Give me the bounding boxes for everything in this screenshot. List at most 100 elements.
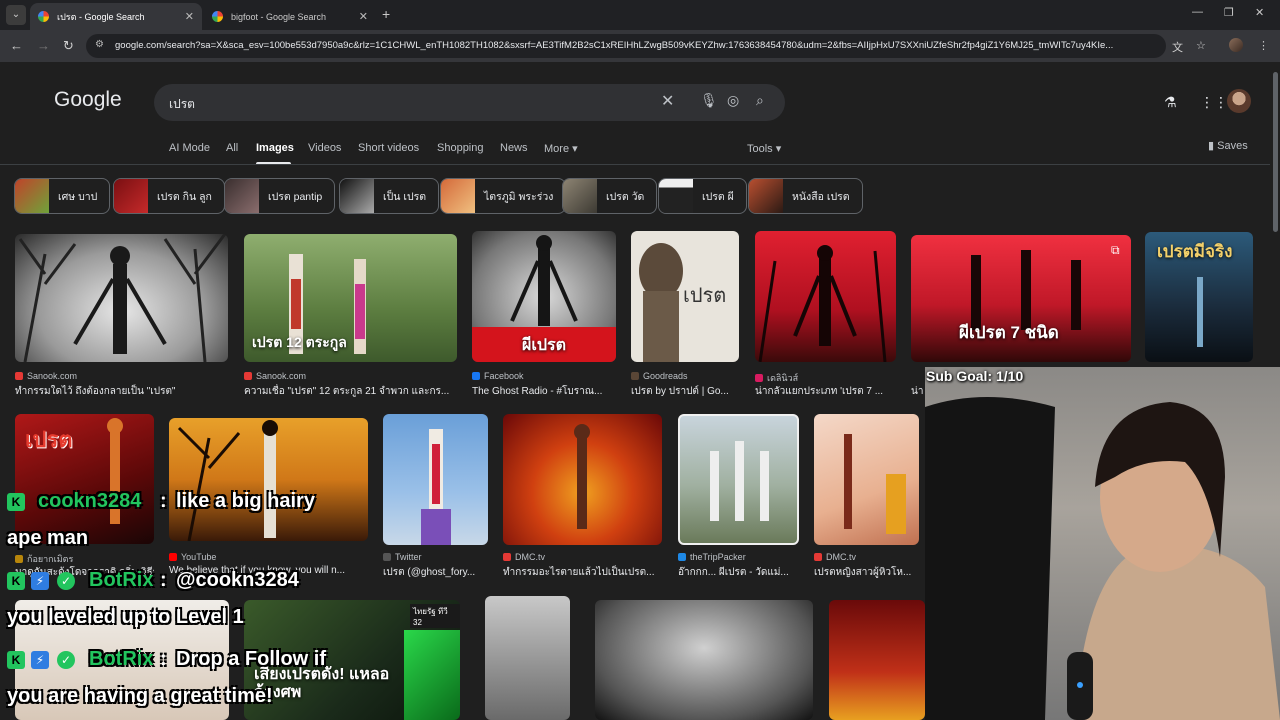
search-box[interactable]: เปรต ✕ 🎙 ◎ ⌕ xyxy=(154,84,785,121)
apps-grid-icon[interactable]: ⋮⋮ xyxy=(1200,94,1228,111)
mic-icon[interactable]: 🎙 xyxy=(700,92,718,109)
browser-profile-avatar[interactable] xyxy=(1229,38,1243,52)
account-avatar[interactable] xyxy=(1227,89,1251,113)
chevron-down-icon: ▾ xyxy=(572,143,578,155)
chip-thumbnail xyxy=(225,179,259,213)
result-title[interactable]: น่า xyxy=(911,384,925,399)
tools-button[interactable]: Tools ▾ xyxy=(747,142,781,155)
chat-message-continued: ape man xyxy=(7,527,89,549)
tab-short-videos[interactable]: Short videos xyxy=(358,142,419,154)
bookmark-star-icon[interactable]: ☆ xyxy=(1196,39,1206,52)
result-image[interactable]: เปรต xyxy=(15,414,154,544)
source-name: DMC.tv xyxy=(826,552,856,562)
chip-thumbnail xyxy=(114,179,148,213)
translate-icon[interactable]: 文 xyxy=(1172,39,1183,55)
result-image[interactable]: เปรต xyxy=(631,231,739,362)
related-chip[interactable]: เปรต วัด xyxy=(562,178,658,214)
result-title[interactable]: อ๊ากกก... ผีเปรต - วัดแม่... xyxy=(678,565,799,580)
tab-more[interactable]: More ▾ xyxy=(544,142,578,155)
chrome-menu-icon[interactable]: ⋮ xyxy=(1258,39,1269,52)
labs-flask-icon[interactable]: ⚗ xyxy=(1164,94,1177,111)
tab-all[interactable]: All xyxy=(226,142,238,154)
result-image[interactable]: เปรตมีจริง xyxy=(1145,232,1253,362)
related-chip[interactable]: เปรต pantip xyxy=(224,178,336,214)
tab-inactive[interactable]: bigfoot - Google Search ✕ xyxy=(204,3,376,30)
source-favicon-icon xyxy=(15,555,23,563)
sub-goal-counter: Sub Goal: 1/10 xyxy=(926,368,1024,384)
result-image[interactable] xyxy=(383,414,488,545)
header-divider xyxy=(0,164,1270,165)
related-chip[interactable]: ไตรภูมิ พระร่วง xyxy=(440,178,567,214)
result-image[interactable]: ผีเปรต 7 ชนิด ⧉ xyxy=(911,235,1131,362)
tab-active[interactable]: เปรต - Google Search ✕ xyxy=(30,3,202,30)
related-chip[interactable]: เปรต กิน ลูก xyxy=(113,178,225,214)
scrollbar-thumb[interactable] xyxy=(1273,72,1278,232)
search-icon[interactable]: ⌕ xyxy=(756,92,764,109)
result-image[interactable]: ผีเปรต xyxy=(472,231,616,362)
kick-badge-icon: K xyxy=(7,651,25,669)
chat-username: cookn3284 xyxy=(38,490,142,512)
back-icon[interactable]: ← xyxy=(10,38,23,53)
source-favicon-icon xyxy=(169,553,177,561)
chip-thumbnail xyxy=(441,179,475,213)
result-title[interactable]: เปรต (@ghost_fory... xyxy=(383,565,488,580)
minimize-icon[interactable]: — xyxy=(1192,6,1203,18)
result-image[interactable] xyxy=(829,600,925,720)
forward-icon[interactable]: → xyxy=(37,38,50,53)
streamer-webcam xyxy=(925,367,1280,720)
result-title[interactable]: เปรต by ปราปต์ | Go... xyxy=(631,384,739,399)
related-chip[interactable]: เป็น เปรต xyxy=(339,178,440,214)
related-chip[interactable]: หนังสือ เปรต xyxy=(748,178,863,214)
url-text: google.com/search?sa=X&sca_esv=100be553d… xyxy=(115,40,1114,51)
source-name: YouTube xyxy=(181,552,217,562)
result-image[interactable]: เปรต 12 ตระกูล xyxy=(244,234,457,362)
source-name: Facebook xyxy=(484,371,524,381)
related-chip[interactable]: เศษ บาป xyxy=(14,178,111,214)
saves-button[interactable]: ▮ Saves xyxy=(1208,139,1248,152)
search-input[interactable]: เปรต xyxy=(169,95,195,114)
maximize-icon[interactable]: ❐ xyxy=(1224,6,1234,19)
reload-icon[interactable]: ↻ xyxy=(63,38,74,54)
result-image[interactable] xyxy=(503,414,662,545)
tab-shopping[interactable]: Shopping xyxy=(437,142,484,154)
result-title[interactable]: น่ากลัวแยกประเภท 'เปรต 7 ... xyxy=(755,384,896,399)
result-image[interactable] xyxy=(755,231,896,362)
result-title[interactable]: ทำกรรมใดไว้ ถึงต้องกลายเป็น "เปรต" xyxy=(15,384,228,399)
result-title[interactable]: The Ghost Radio - #โบราณ... xyxy=(472,384,616,399)
tab-ai-mode[interactable]: AI Mode xyxy=(169,142,210,154)
source-name: Sanook.com xyxy=(27,371,78,381)
lens-icon[interactable]: ◎ xyxy=(727,92,739,109)
google-favicon-icon xyxy=(38,11,49,22)
google-logo[interactable]: Google xyxy=(54,88,122,112)
chip-label: หนังสือ เปรต xyxy=(792,190,850,203)
tab-videos[interactable]: Videos xyxy=(308,142,341,154)
result-image[interactable] xyxy=(595,600,813,720)
result-source: DMC.tv xyxy=(503,552,545,562)
url-field[interactable]: ⚙ google.com/search?sa=X&sca_esv=100be55… xyxy=(86,34,1166,58)
close-window-icon[interactable]: ✕ xyxy=(1255,6,1264,19)
tab-news[interactable]: News xyxy=(500,142,528,154)
new-tab-icon[interactable]: + xyxy=(382,6,390,22)
bookmark-icon: ▮ xyxy=(1208,140,1215,152)
result-source: Sanook.com xyxy=(15,371,77,381)
source-name: DMC.tv xyxy=(515,552,545,562)
tab-close-icon[interactable]: ✕ xyxy=(359,10,368,23)
result-title[interactable]: เปรตหญิงสาวผู้หิวโห... xyxy=(814,565,919,580)
related-chip[interactable]: เปรต ผี xyxy=(658,178,747,214)
chip-label: เปรต pantip xyxy=(268,190,323,203)
tab-close-icon[interactable]: ✕ xyxy=(185,10,194,23)
tab-search-menu-icon[interactable]: ⌄ xyxy=(6,5,26,25)
result-image[interactable] xyxy=(678,414,799,545)
result-image[interactable] xyxy=(169,418,368,541)
site-info-icon[interactable]: ⚙ xyxy=(95,39,104,50)
result-image[interactable] xyxy=(485,596,570,720)
tab-images[interactable]: Images xyxy=(256,142,294,154)
result-title[interactable]: ความเชื่อ "เปรต" 12 ตระกูล 21 จำพวก และก… xyxy=(244,384,457,399)
chip-label: เศษ บาป xyxy=(58,190,98,203)
chat-message: like a big hairy xyxy=(176,490,315,512)
verified-badge-icon: ✓ xyxy=(57,572,75,590)
result-image[interactable] xyxy=(15,234,228,362)
result-title[interactable]: ทำกรรมอะไรตายแล้วไปเป็นเปรต... xyxy=(503,565,662,580)
result-image[interactable] xyxy=(814,414,919,545)
clear-icon[interactable]: ✕ xyxy=(661,91,674,111)
